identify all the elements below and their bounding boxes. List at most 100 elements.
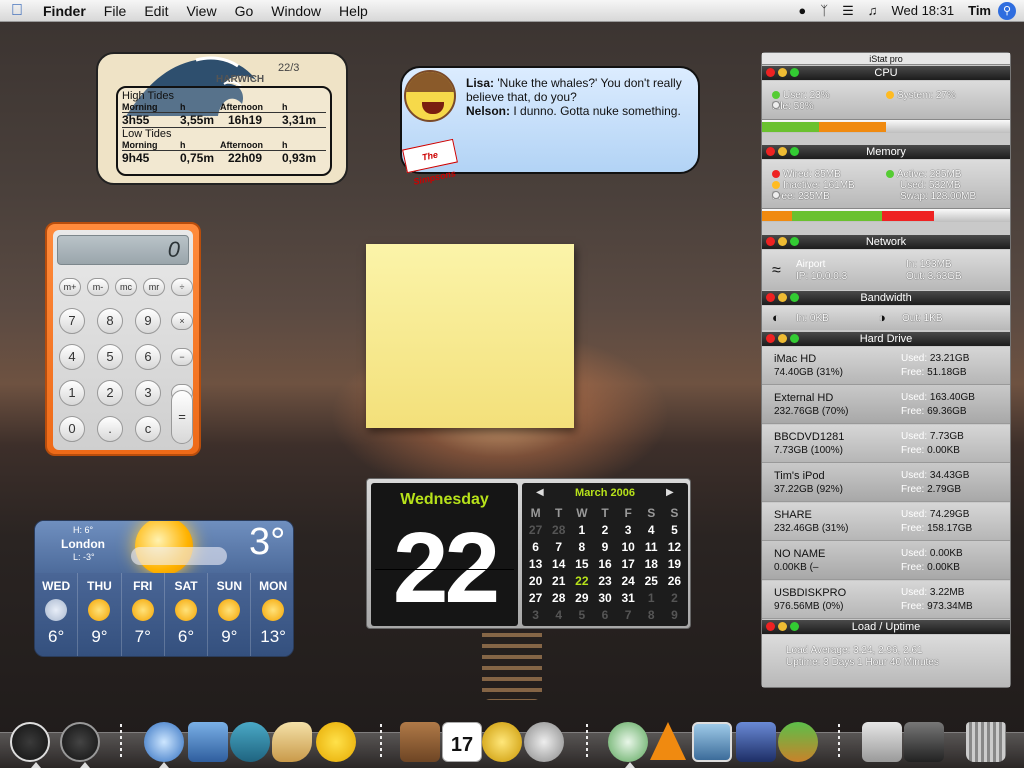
duck-icon[interactable] [316,722,356,762]
calendar-day[interactable]: 3 [617,522,640,539]
menu-finder[interactable]: Finder [34,3,95,19]
calculator-widget[interactable]: 0 m+ m- mc mr ÷ 7 8 9 × 4 5 6 − 1 2 3 + … [45,222,201,456]
window-dots-icon[interactable] [766,68,799,77]
wifi-icon[interactable]: ☰ [835,3,861,19]
calendar-day[interactable]: 8 [640,607,663,624]
weather-widget[interactable]: H: 6° London L: -3° 3° WED 6° THU 9° FRI 7°… [34,520,294,657]
calendar-day[interactable]: 28 [547,522,570,539]
key-0[interactable]: 0 [59,416,85,442]
calendar-day[interactable]: 16 [593,556,616,573]
menu-clock[interactable]: Wed 18:31 [884,3,961,18]
calendar-day[interactable]: 9 [593,539,616,556]
calendar-day[interactable]: 28 [547,590,570,607]
ichat-icon[interactable] [230,722,270,762]
calendar-day[interactable]: 30 [593,590,616,607]
network-drive-icon[interactable] [904,722,944,762]
simpsons-quote-widget[interactable]: The Simpsons Lisa: 'Nuke the whales?' Yo… [400,66,700,187]
menu-window[interactable]: Window [262,3,330,19]
calendar-day[interactable]: 25 [640,573,663,590]
calendar-day[interactable]: 23 [593,573,616,590]
mail-icon[interactable] [188,722,228,762]
calendar-day[interactable]: 19 [663,556,686,573]
calendar-day[interactable]: 8 [570,539,593,556]
calendar-day[interactable]: 7 [547,539,570,556]
key-5[interactable]: 5 [97,344,123,370]
calendar-day[interactable]: 3 [524,607,547,624]
volume-icon[interactable]: ♫ [861,3,885,18]
key-9[interactable]: 9 [135,308,161,334]
calendar-day[interactable]: 2 [593,522,616,539]
key-3[interactable]: 3 [135,380,161,406]
menu-view[interactable]: View [177,3,225,19]
menu-go[interactable]: Go [226,3,263,19]
calendar-day[interactable]: 1 [570,522,593,539]
address-book-icon[interactable] [400,722,440,762]
key-equals[interactable]: = [171,390,193,444]
window-dots-icon[interactable] [766,334,799,343]
menu-file[interactable]: File [95,3,136,19]
window-dots-icon[interactable] [766,237,799,246]
key-mc[interactable]: mc [115,278,137,296]
calendar-day[interactable]: 20 [524,573,547,590]
istat-pro-widget[interactable]: iStat pro CPU User: 23% Idle: 50% System… [761,52,1011,688]
key-7[interactable]: 7 [59,308,85,334]
ical-icon[interactable]: 17 [442,722,482,762]
calendar-day[interactable]: 26 [663,573,686,590]
key-decimal[interactable]: . [97,416,123,442]
calendar-widget[interactable]: Wednesday 22 ◀ March 2006 ▶ M T W T F S S 27 28 1… [366,478,691,629]
window-dots-icon[interactable] [766,147,799,156]
calendar-day[interactable]: 5 [663,522,686,539]
calendar-day[interactable]: 4 [640,522,663,539]
clock-icon[interactable] [60,722,100,762]
island-icon[interactable] [778,722,818,762]
key-divide[interactable]: ÷ [171,278,193,296]
calendar-day[interactable]: 6 [593,607,616,624]
calendar-day[interactable]: 15 [570,556,593,573]
vlc-icon[interactable] [650,722,686,760]
taco-icon[interactable] [272,722,312,762]
iphoto-icon[interactable] [692,722,732,762]
bluetooth-icon[interactable]: ᛉ [813,3,835,18]
dashboard-icon[interactable] [10,722,50,762]
calendar-day[interactable]: 11 [640,539,663,556]
paw-icon[interactable]: ● [791,3,813,18]
sync-icon[interactable] [524,722,564,762]
key-m-plus[interactable]: m+ [59,278,81,296]
calendar-day[interactable]: 21 [547,573,570,590]
key-2[interactable]: 2 [97,380,123,406]
calendar-day[interactable]: 14 [547,556,570,573]
safari-icon[interactable] [144,722,184,762]
calendar-today[interactable]: 22 [570,573,593,590]
menu-edit[interactable]: Edit [135,3,177,19]
calendar-day[interactable]: 5 [570,607,593,624]
calendar-day[interactable]: 7 [617,607,640,624]
calendar-day[interactable]: 2 [663,590,686,607]
calendar-day[interactable]: 10 [617,539,640,556]
calendar-day[interactable]: 6 [524,539,547,556]
tides-widget[interactable]: HARWICH 22/3 High Tides Morning h Aftern… [96,52,348,185]
key-multiply[interactable]: × [171,312,193,330]
sticky-note-widget[interactable] [366,244,574,428]
key-mr[interactable]: mr [143,278,165,296]
calendar-day[interactable]: 24 [617,573,640,590]
key-6[interactable]: 6 [135,344,161,370]
calendar-day[interactable]: 27 [524,590,547,607]
key-1[interactable]: 1 [59,380,85,406]
drive-icon[interactable] [862,722,902,762]
apple-menu-icon[interactable]:  [0,2,34,20]
calendar-day[interactable]: 18 [640,556,663,573]
calendar-day[interactable]: 12 [663,539,686,556]
calendar-day[interactable]: 29 [570,590,593,607]
next-month-icon[interactable]: ▶ [666,487,674,498]
calendar-day[interactable]: 4 [547,607,570,624]
key-minus[interactable]: − [171,348,193,366]
key-clear[interactable]: c [135,416,161,442]
key-8[interactable]: 8 [97,308,123,334]
calendar-day[interactable]: 31 [617,590,640,607]
calendar-day[interactable]: 17 [617,556,640,573]
calendar-day[interactable]: 27 [524,522,547,539]
key-4[interactable]: 4 [59,344,85,370]
window-dots-icon[interactable] [766,293,799,302]
calendar-day[interactable]: 1 [640,590,663,607]
itunes-icon[interactable] [608,722,648,762]
